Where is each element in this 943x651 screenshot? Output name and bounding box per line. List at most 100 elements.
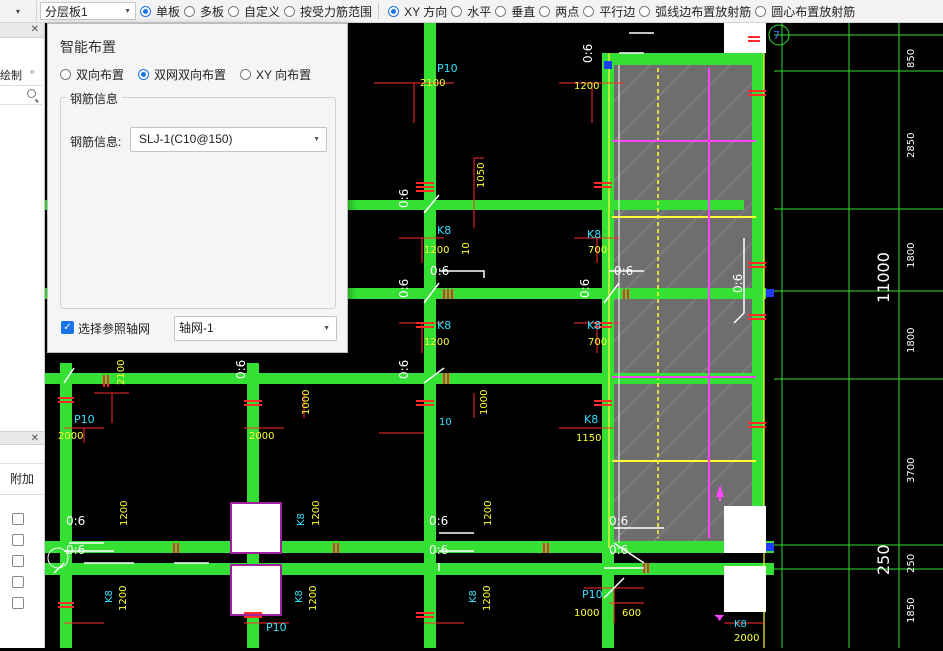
svg-text:1200: 1200 [482, 586, 493, 611]
svg-text:0:6: 0:6 [429, 514, 448, 528]
radio-dot [388, 5, 400, 17]
layout-mode-group: 双向布置 双网双向布置 XY 向布置 [60, 66, 325, 83]
radio-dot [451, 5, 463, 17]
radio-arc-edge-radial[interactable]: 弧线边布置放射筋 [639, 3, 751, 20]
axis-net-checkbox-label[interactable]: 选择参照轴网 [78, 320, 150, 337]
search-field[interactable] [0, 85, 42, 105]
axis-net-checkbox[interactable]: ✓ [61, 321, 74, 334]
radio-dot [284, 5, 296, 17]
panel-close-icon-2[interactable]: ✕ [0, 431, 44, 445]
radio-xy-layout[interactable]: XY 向布置 [240, 66, 311, 83]
svg-text:2100: 2100 [420, 78, 445, 89]
svg-text:0:6: 0:6 [581, 44, 595, 63]
row-checkbox[interactable] [12, 576, 24, 588]
svg-text:700: 700 [588, 245, 607, 256]
svg-text:K8: K8 [734, 619, 747, 630]
svg-text:P10: P10 [266, 621, 287, 634]
svg-text:0:6: 0:6 [234, 360, 248, 379]
search-icon[interactable] [27, 89, 36, 98]
svg-text:700: 700 [588, 337, 607, 348]
svg-text:0:6: 0:6 [66, 543, 85, 557]
svg-text:0:6: 0:6 [397, 189, 411, 208]
svg-text:0:6: 0:6 [430, 264, 449, 278]
axis-net-select[interactable]: 轴网-1 ▼ [174, 316, 337, 341]
panel-close-icon[interactable]: ✕ [0, 23, 44, 38]
expand-arrow-icon[interactable]: » [30, 67, 34, 76]
row-checkbox[interactable] [12, 555, 24, 567]
svg-text:0:6: 0:6 [609, 543, 628, 557]
smart-layout-dialog: 智能布置 双向布置 双网双向布置 XY 向布置 钢筋信息 钢筋信息: SLJ-1… [47, 23, 348, 353]
radio-xy-direction[interactable]: XY 方向 [388, 3, 447, 20]
radio-custom[interactable]: 自定义 [228, 3, 280, 20]
svg-text:2100: 2100 [116, 360, 127, 385]
radio-by-rebar-range[interactable]: 按受力筋范围 [284, 3, 372, 20]
svg-text:1000: 1000 [301, 390, 312, 415]
radio-parallel-edge[interactable]: 平行边 [583, 3, 635, 20]
dim-seg-6: 1850 [906, 598, 917, 623]
rebar-info-group-title: 钢筋信息 [66, 90, 123, 107]
radio-dot [184, 5, 196, 17]
svg-text:10: 10 [461, 242, 472, 255]
radio-vertical[interactable]: 垂直 [495, 3, 535, 20]
dim-seg-4: 3700 [906, 458, 917, 483]
rebar-info-value: SLJ-1(C10@150) [139, 132, 233, 146]
svg-text:2000: 2000 [734, 633, 759, 644]
radio-dot [140, 5, 151, 17]
svg-text:P10: P10 [437, 62, 458, 75]
svg-text:0:6: 0:6 [397, 360, 411, 379]
svg-text:1200: 1200 [574, 81, 599, 92]
svg-text:1200: 1200 [424, 337, 449, 348]
svg-text:1200: 1200 [424, 245, 449, 256]
chevron-down-icon: ▼ [124, 7, 131, 15]
svg-text:1050: 1050 [476, 163, 487, 188]
svg-text:0:6: 0:6 [429, 543, 448, 557]
radio-dot [138, 69, 150, 80]
chevron-down-icon: ▼ [323, 325, 330, 332]
dim-seg-3: 1800 [906, 328, 917, 353]
dim-250: 250 [874, 544, 893, 575]
dim-seg-5: 250 [906, 554, 917, 573]
radio-horizontal[interactable]: 水平 [451, 3, 491, 20]
dim-seg-1: 2850 [906, 133, 917, 158]
svg-text:600: 600 [622, 608, 641, 619]
svg-text:0:6: 0:6 [609, 514, 628, 528]
draw-tab-label[interactable]: 绘制 [0, 67, 22, 83]
toolbar-collapse-arrow[interactable]: ▾ [0, 1, 37, 21]
radio-double-net-bidirectional[interactable]: 双网双向布置 [138, 66, 226, 83]
svg-text:0:6: 0:6 [397, 279, 411, 298]
radio-dot [495, 5, 507, 17]
svg-text:K8: K8 [437, 224, 451, 237]
svg-text:K8: K8 [587, 319, 601, 332]
svg-text:K8: K8 [584, 413, 598, 426]
svg-text:P10: P10 [582, 588, 603, 601]
row-checkbox[interactable] [12, 597, 24, 609]
radio-bidirectional[interactable]: 双向布置 [60, 66, 124, 83]
svg-text:K8: K8 [294, 590, 305, 603]
radio-dot [539, 5, 551, 17]
svg-text:1200: 1200 [483, 501, 494, 526]
dim-seg-2: 1800 [906, 243, 917, 268]
svg-text:K8: K8 [587, 228, 601, 241]
layer-select[interactable]: 分层板1 ▼ [40, 2, 136, 20]
radio-center-radial[interactable]: 圆心布置放射筋 [755, 3, 855, 20]
rebar-info-select[interactable]: SLJ-1(C10@150) ▼ [130, 127, 327, 152]
column-header-extra: 附加 [0, 463, 44, 495]
svg-text:1150: 1150 [576, 433, 601, 444]
radio-two-points[interactable]: 两点 [539, 3, 579, 20]
toolbar-divider [378, 3, 380, 19]
radio-single-slab[interactable]: 单板 [140, 3, 180, 20]
svg-text:10: 10 [439, 417, 452, 428]
radio-dot [240, 69, 252, 80]
left-side-panel: ✕ 绘制 » ✕ 附加 [0, 23, 45, 648]
row-checkbox[interactable] [12, 513, 24, 525]
svg-text:1000: 1000 [574, 608, 599, 619]
svg-text:K8: K8 [104, 590, 115, 603]
radio-dot [228, 5, 240, 17]
dim-total: 11000 [874, 252, 893, 303]
radio-multi-slab[interactable]: 多板 [184, 3, 224, 20]
row-checkbox[interactable] [12, 534, 24, 546]
layer-select-value: 分层板1 [45, 4, 88, 19]
svg-text:1000: 1000 [479, 390, 490, 415]
svg-text:1200: 1200 [119, 501, 130, 526]
svg-text:1200: 1200 [308, 586, 319, 611]
